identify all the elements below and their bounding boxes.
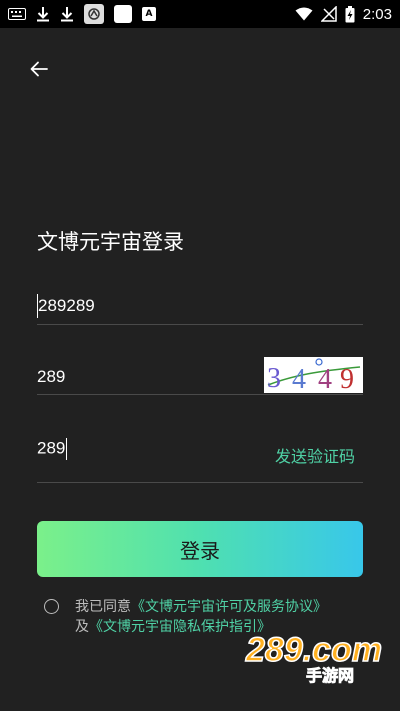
status-right-icons: 2:03 [295, 5, 392, 23]
no-sim-icon [320, 6, 337, 22]
download-icon [36, 6, 50, 22]
a-icon: A [142, 7, 156, 21]
status-time: 2:03 [362, 5, 392, 23]
watermark-sub: 手游网 [306, 666, 354, 685]
terms-link[interactable]: 《文博元宇宙许可及服务协议》 [131, 599, 327, 615]
login-button-label: 登录 [180, 538, 220, 563]
agreement-checkbox[interactable] [44, 599, 59, 614]
status-bar: A 2:03 [0, 0, 400, 28]
captcha-char: 3 [267, 363, 281, 393]
sms-code-value: 289 [37, 438, 66, 458]
wifi-icon [295, 7, 313, 21]
captcha-input-value[interactable]: 289 [37, 367, 65, 387]
status-left-icons: A [8, 4, 156, 24]
captcha-char: 4 [318, 364, 332, 393]
agreement-and: 及 [75, 619, 89, 635]
captcha-char: 9 [340, 364, 354, 393]
keyboard-icon [8, 8, 26, 20]
sms-code-input[interactable]: 289 [37, 438, 68, 460]
captcha-field[interactable]: 289 3 4 4 9 [37, 357, 363, 395]
app-icon [84, 4, 104, 24]
send-code-button[interactable]: 发送验证码 [275, 443, 355, 467]
page-title: 文博元宇宙登录 [37, 230, 184, 254]
arrow-left-icon [30, 61, 48, 77]
battery-charging-icon [345, 5, 355, 23]
watermark-logo: 289.com 手游网 [242, 627, 383, 687]
back-button[interactable] [26, 56, 52, 82]
account-field[interactable]: 289289 [37, 290, 363, 325]
text-cursor [66, 438, 68, 460]
watermark-brand: 289.com [245, 631, 382, 669]
download-icon [60, 6, 74, 22]
agreement-prefix: 我已同意 [75, 599, 131, 615]
sms-code-field[interactable]: 289 发送验证码 [37, 430, 363, 483]
account-input-value[interactable]: 289289 [38, 296, 95, 316]
login-button[interactable]: 登录 [37, 521, 363, 577]
captcha-image[interactable]: 3 4 4 9 [264, 357, 363, 395]
captcha-char: 4 [292, 364, 306, 393]
white-square-icon [114, 5, 132, 23]
